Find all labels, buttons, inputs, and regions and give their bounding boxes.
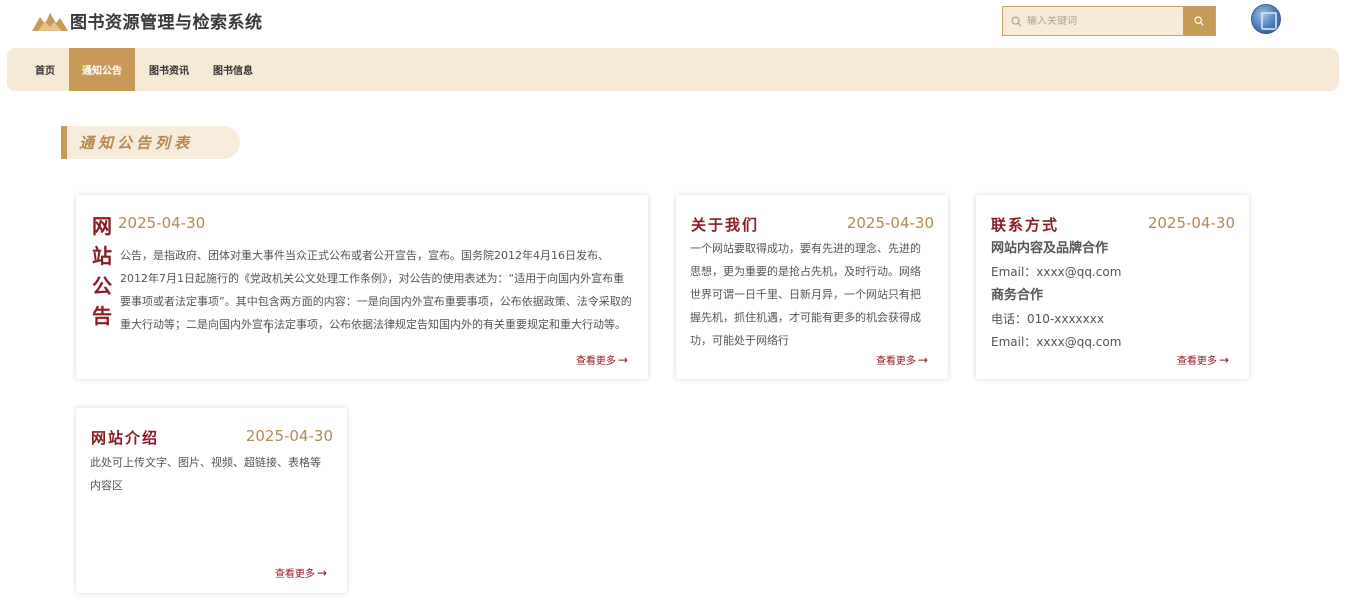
search-input[interactable] [1027, 15, 1167, 27]
notice-card-date: 2025-04-30 [118, 214, 206, 232]
search-field-wrapper [1003, 7, 1183, 35]
nav-item-book-news[interactable]: 图书资讯 [137, 48, 201, 91]
nav-item-home[interactable]: 首页 [23, 48, 67, 91]
about-card[interactable]: 关于我们 2025-04-30 一个网站要取得成功，要有先进的理念、先进的思想，… [676, 195, 948, 379]
more-label: 查看更多 [875, 356, 916, 367]
arrow-right-icon: → [316, 566, 327, 580]
contact-phone: 电话：010-xxxxxxx [991, 312, 1104, 326]
search-box [1002, 6, 1216, 36]
more-label: 查看更多 [1176, 356, 1217, 367]
intro-card-date: 2025-04-30 [245, 427, 333, 445]
title-char: 站 [92, 244, 112, 268]
contact-more-link[interactable]: 查看更多 → [1177, 352, 1229, 367]
logo[interactable]: 图书资源管理与检索系统 [32, 8, 263, 33]
arrow-right-icon: → [617, 353, 628, 367]
contact-card-date: 2025-04-30 [1147, 214, 1235, 232]
title-char: 公 [92, 274, 112, 298]
app-title: 图书资源管理与检索系统 [70, 13, 263, 33]
avatar[interactable] [1251, 4, 1281, 34]
arrow-right-icon: → [917, 353, 928, 367]
nav-item-book-info[interactable]: 图书信息 [201, 48, 265, 91]
about-card-date: 2025-04-30 [846, 214, 934, 232]
notice-card-title: 网 站 公 告 [91, 211, 113, 331]
contact-heading-business: 商务合作 [991, 288, 1044, 303]
intro-card[interactable]: 网站介绍 2025-04-30 此处可上传文字、图片、视频、超链接、表格等内容区… [76, 408, 347, 593]
mountain-logo-icon [32, 12, 68, 31]
search-icon [1011, 16, 1022, 27]
more-label: 查看更多 [274, 569, 315, 580]
text-cursor-icon: I [267, 322, 271, 336]
intro-card-body: 此处可上传文字、图片、视频、超链接、表格等内容区 [90, 456, 321, 492]
about-more-link[interactable]: 查看更多 → [876, 352, 928, 367]
notice-card[interactable]: 网 站 公 告 2025-04-30 公告，是指政府、团体对重大事件当众正式公布… [76, 195, 648, 379]
section-title-text: 通知公告列表 [79, 134, 194, 152]
title-char: 网 [92, 214, 112, 238]
contact-card-title: 联系方式 [991, 216, 1060, 234]
intro-more-link[interactable]: 查看更多 → [275, 565, 327, 580]
search-button[interactable] [1183, 7, 1215, 35]
section-title: 通知公告列表 [61, 126, 240, 159]
about-card-title: 关于我们 [691, 216, 760, 234]
contact-email-brand: Email：xxxx@qq.com [991, 265, 1122, 279]
nav-item-notices[interactable]: 通知公告 [69, 48, 135, 91]
notice-more-link[interactable]: 查看更多 → [576, 352, 628, 367]
more-label: 查看更多 [575, 356, 616, 367]
contact-email-business: Email：xxxx@qq.com [991, 335, 1122, 349]
contact-card[interactable]: 联系方式 2025-04-30 网站内容及品牌合作 Email：xxxx@qq.… [976, 195, 1249, 379]
about-card-body: 一个网站要取得成功，要有先进的理念、先进的思想，更为重要的是抢占先机，及时行动。… [690, 242, 921, 347]
notice-card-body: 公告，是指政府、团体对重大事件当众正式公布或者公开宣告，宣布。国务院2012年4… [120, 249, 632, 331]
contact-heading-brand: 网站内容及品牌合作 [991, 241, 1109, 256]
search-icon [1194, 16, 1204, 26]
arrow-right-icon: → [1218, 353, 1229, 367]
main-nav: 首页 通知公告 图书资讯 图书信息 [7, 48, 1339, 91]
top-bar: 图书资源管理与检索系统 [0, 0, 1349, 44]
intro-card-title: 网站介绍 [91, 429, 160, 447]
contact-card-body: 网站内容及品牌合作 Email：xxxx@qq.com 商务合作 电话：010-… [991, 237, 1236, 354]
title-char: 告 [92, 304, 112, 328]
